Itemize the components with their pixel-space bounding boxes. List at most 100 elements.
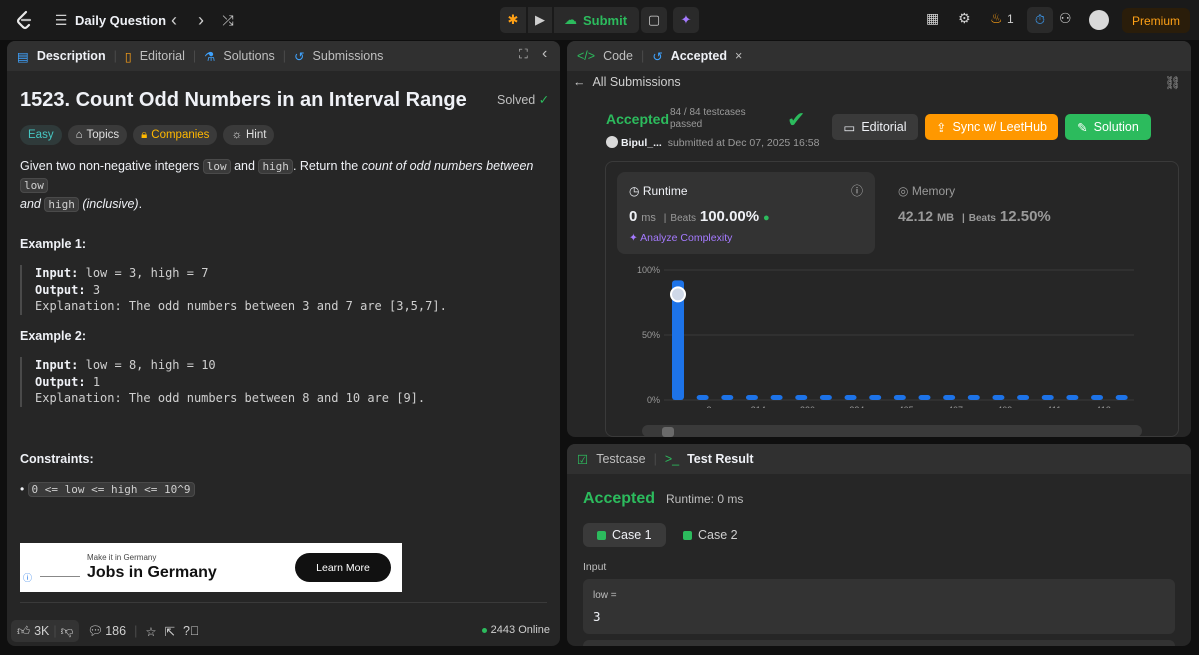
submit-button[interactable]: ☁ Submit	[554, 7, 640, 33]
test-result-panel: ☑ Testcase | >_ Test Result Accepted Run…	[567, 444, 1191, 646]
all-submissions-link[interactable]: ← All Submissions	[573, 75, 681, 89]
chart-bar[interactable]	[918, 395, 931, 400]
chart-bar[interactable]	[819, 395, 832, 400]
daily-question-title[interactable]: Daily Question	[75, 13, 166, 28]
layout-grid-icon[interactable]: ▦	[926, 10, 939, 27]
thumbs-down-icon[interactable]: 👎︎	[61, 624, 74, 639]
chart-bar[interactable]	[1115, 395, 1128, 400]
memory-unit: MB	[936, 212, 955, 224]
example-2-heading: Example 2:	[20, 329, 87, 343]
x-tick-label: 320ms	[800, 405, 828, 408]
tab-accepted[interactable]: Accepted	[671, 49, 727, 63]
like-count: 3K	[34, 624, 50, 638]
chart-bar[interactable]	[696, 395, 709, 400]
share-icon[interactable]: ⇱	[165, 624, 175, 639]
chart-scroll-handle[interactable]	[662, 427, 674, 437]
runtime-card[interactable]: ◷ Runtime ⓘ 0 ms | Beats 100.00% ● ✦ Anal…	[617, 172, 875, 254]
constraint-code: 0 <= low <= high <= 10^9	[27, 482, 195, 497]
username[interactable]: Bipul_...	[621, 137, 662, 149]
ai-sparkle-icon[interactable]: ✦	[673, 7, 699, 33]
chart-bar[interactable]	[721, 395, 734, 400]
link-icon[interactable]: ⛓	[1164, 75, 1181, 91]
close-tab-icon[interactable]: ×	[735, 49, 742, 63]
comment-count: 186	[105, 624, 127, 638]
checkbox-icon: ☑	[577, 452, 589, 467]
sync-leethub-button[interactable]: ⇪ Sync w/ LeetHub	[925, 114, 1058, 140]
upload-icon: ⇪	[936, 120, 947, 135]
premium-button[interactable]: Premium	[1122, 8, 1190, 33]
variable-name: low =	[593, 590, 617, 601]
timer-icon[interactable]: ⏱	[1027, 7, 1053, 33]
tab-description[interactable]: Description	[37, 49, 106, 63]
user-avatar[interactable]	[1089, 10, 1109, 30]
shuffle-icon[interactable]: ⤮	[219, 11, 237, 29]
beats-divider: |	[961, 213, 965, 224]
chart-bar[interactable]	[795, 395, 808, 400]
tab-code[interactable]: Code	[603, 49, 633, 63]
performance-stats: ◷ Runtime ⓘ 0 ms | Beats 100.00% ● ✦ Anal…	[605, 161, 1179, 437]
description-panel: ▤ Description | ▯ Editorial | ⚗ Solution…	[7, 41, 560, 646]
chart-bar[interactable]	[893, 395, 906, 400]
x-tick-label: 411ms	[1047, 405, 1074, 408]
tab-submissions[interactable]: Submissions	[313, 49, 384, 63]
cloud-upload-icon: ☁	[564, 12, 577, 27]
input-label: Input:	[35, 266, 79, 280]
chart-bar[interactable]	[1091, 395, 1104, 400]
expand-icon[interactable]: ⛶	[519, 47, 528, 62]
comment-icon[interactable]: 💬︎	[87, 624, 103, 639]
next-question-icon[interactable]: ›	[192, 10, 210, 30]
tab-editorial[interactable]: Editorial	[140, 49, 185, 63]
test-status: Accepted	[583, 490, 656, 507]
add-friend-icon[interactable]: ⚇	[1059, 10, 1072, 27]
like-button[interactable]: 👍︎ 3K | 👎︎	[11, 620, 80, 642]
chart-bar[interactable]	[844, 395, 857, 400]
ad-learn-more-button[interactable]: Learn More	[295, 553, 391, 582]
chart-bar[interactable]	[1066, 395, 1079, 400]
chart-bar[interactable]	[967, 395, 980, 400]
chart-bar[interactable]	[1041, 395, 1054, 400]
case-1-tab[interactable]: Case 1	[583, 523, 666, 547]
your-submission-marker[interactable]	[670, 286, 686, 303]
ad-info-icon[interactable]: ⓘ	[23, 571, 32, 584]
case-2-tab[interactable]: Case 2	[669, 523, 752, 547]
leetcode-logo-icon[interactable]	[14, 10, 34, 30]
chart-scrollbar[interactable]	[642, 425, 1142, 437]
hint-tag[interactable]: ☼ Hint	[223, 125, 275, 145]
prev-question-icon[interactable]: ‹	[165, 10, 183, 30]
problem-title: 1523. Count Odd Numbers in an Interval R…	[20, 89, 467, 111]
topics-tag[interactable]: ⌂ Topics	[67, 125, 128, 145]
chart-bar[interactable]	[770, 395, 783, 400]
chart-bar[interactable]	[869, 395, 882, 400]
editorial-button[interactable]: ▭ Editorial	[832, 114, 918, 140]
run-icon[interactable]: ▶	[528, 7, 552, 33]
memory-heading[interactable]: ◎ Memory	[898, 184, 955, 198]
online-label: 2443 Online	[490, 624, 550, 636]
tab-solutions[interactable]: Solutions	[223, 49, 274, 63]
analyze-complexity-link[interactable]: ✦ Analyze Complexity	[629, 232, 732, 244]
tab-testcase[interactable]: Testcase	[596, 452, 645, 466]
collapse-panel-icon[interactable]: ‹	[542, 45, 547, 63]
star-icon[interactable]: ☆	[145, 624, 156, 639]
topics-label: Topics	[86, 129, 120, 141]
notes-icon[interactable]: ▢	[641, 7, 667, 33]
settings-gear-icon[interactable]: ⚙	[958, 10, 971, 27]
problem-list-icon[interactable]: ☰	[52, 11, 70, 29]
runtime-beats: 100.00%	[699, 208, 760, 225]
streak-fire-icon[interactable]: ♨	[990, 10, 1003, 27]
chart-bar[interactable]	[992, 395, 1005, 400]
test-runtime: Runtime: 0 ms	[666, 492, 744, 506]
advertisement-banner[interactable]: ⓘ Make it in Germany Jobs in Germany Lea…	[20, 543, 402, 592]
chart-bar[interactable]	[745, 395, 758, 400]
chart-bar[interactable]	[1017, 395, 1030, 400]
sync-label: Sync w/ LeetHub	[952, 120, 1047, 134]
tab-test-result[interactable]: Test Result	[687, 452, 753, 466]
help-icon[interactable]: ?⃝	[183, 624, 199, 638]
info-icon[interactable]: ⓘ	[851, 182, 863, 199]
chart-bar[interactable]	[943, 395, 956, 400]
debug-icon[interactable]: ✱	[500, 7, 526, 33]
x-tick-label: 324ms	[849, 405, 877, 408]
runtime-distribution-chart[interactable]: 100% 50% 0% 2ms 314ms 320ms 324ms 405ms 407ms 409…	[606, 258, 1180, 408]
x-tick-label: 405ms	[899, 405, 927, 408]
solution-button[interactable]: ✎ Solution	[1065, 114, 1151, 140]
companies-tag[interactable]: 🔒︎ Companies	[133, 125, 218, 145]
